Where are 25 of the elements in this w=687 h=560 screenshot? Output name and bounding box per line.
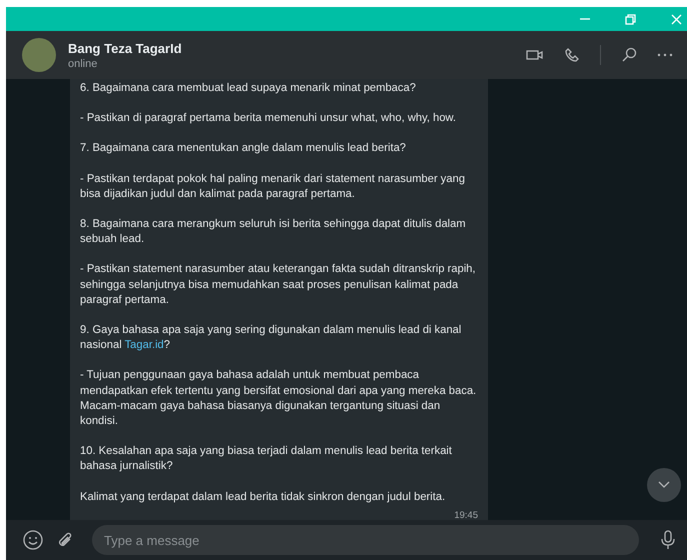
scroll-down-button[interactable] — [647, 468, 681, 502]
message-text: Kalimat yang terdapat dalam lead berita tidak sinkron dengan judul berita. — [80, 490, 446, 505]
message-text: 10. Kesalahan apa saja yang biasa terjadi dalam menulis lead berita terkait bahasa jurnalistik? — [80, 444, 453, 474]
chevron-down-icon[interactable] — [658, 481, 670, 489]
video-camera-icon[interactable] — [526, 48, 544, 62]
more-options-icon[interactable] — [657, 53, 673, 57]
paperclip-icon[interactable] — [56, 531, 74, 549]
message-text: 8. Bagaimana cara merangkum seluruh isi berita sehingga dapat ditulis dalam sebuah lead. — [80, 217, 467, 248]
message-input[interactable]: Type a message — [92, 525, 639, 555]
message-text: - Tujuan penggunaan gaya bahasa adalah untuk membuat pembaca mendapatkan efek tertentu yang bersifat emosional dari apa yang mereka baca. Macam-macam gaya bahasa biasanya digunakan tergantung situasi dan kondisi. — [80, 368, 478, 430]
message-text: 9. Gaya bahasa apa saja yang sering digunakan dalam menulis lead di kanal nasional Tagar.id? — [80, 323, 462, 354]
message-text: 7. Bagaimana cara menentukan angle dalam menulis lead berita? — [80, 141, 407, 156]
message-time: 19:45 — [453, 510, 478, 520]
emoji-icon[interactable] — [22, 529, 44, 551]
message-text: - Pastikan terdapat pokok hal paling menarik dari statement narasumber yang bisa dijadikan judul dan kalimat pada paragraf pertama. — [80, 172, 466, 202]
avatar[interactable] — [22, 38, 56, 72]
search-icon[interactable] — [621, 47, 637, 63]
contact-status: online — [68, 58, 98, 70]
phone-icon[interactable] — [564, 47, 580, 63]
message-text: - Pastikan statement narasumber atau keterangan fakta sudah ditranskrip rapih, sehingga selanjutnya bisa memudahkan saat proses penulisan kalimat pada paragraf pertama. — [80, 262, 477, 308]
message-text: - Pastikan di paragraf pertama berita memenuhi unsur what, who, why, how. — [80, 111, 458, 126]
message-text: 6. Bagaimana cara membuat lead supaya menarik minat pembaca? — [80, 81, 417, 96]
contact-name[interactable]: Bang Teza TagarId — [68, 40, 526, 56]
microphone-icon[interactable] — [661, 530, 675, 550]
link[interactable]: Tagar.id — [124, 339, 164, 352]
